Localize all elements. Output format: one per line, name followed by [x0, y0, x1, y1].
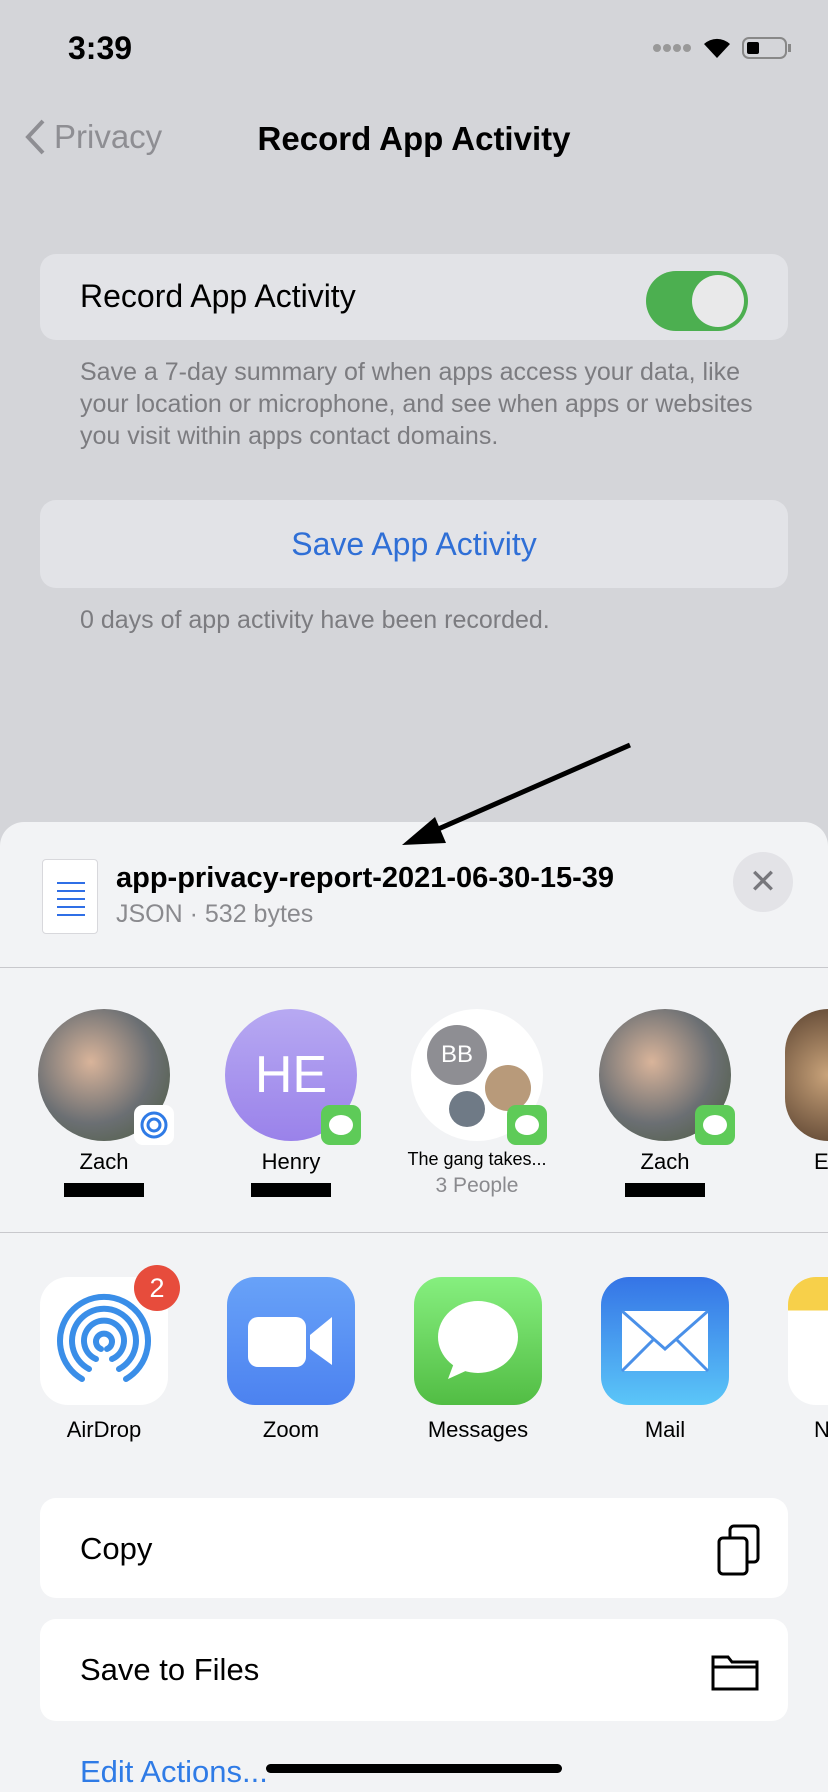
file-name: app-privacy-report-2021-06-30-15-39: [116, 862, 615, 894]
avatar: [449, 1091, 485, 1127]
page-title: Record App Activity: [257, 120, 571, 157]
divider: [0, 967, 828, 968]
person-name: Henry: [261, 1149, 321, 1174]
save-app-activity-button[interactable]: Save App Activity: [40, 500, 788, 588]
save-to-files-action[interactable]: Save to Files: [40, 1619, 788, 1721]
record-activity-row: Record App Activity: [40, 254, 788, 340]
record-activity-label: Record App Activity: [80, 278, 356, 314]
app-label: Messages: [427, 1417, 529, 1442]
avatar-initials: HE: [254, 1046, 328, 1104]
person-group[interactable]: BB The gang takes... 3 People: [387, 1009, 567, 1198]
notes-icon: [788, 1277, 828, 1405]
person-zach-2[interactable]: Zach: [575, 1009, 755, 1197]
person-name: E: [814, 1149, 828, 1174]
messages-icon: [414, 1277, 542, 1405]
wifi-icon: [704, 38, 730, 58]
copy-action[interactable]: Copy: [40, 1498, 788, 1598]
file-icon: [42, 859, 98, 934]
signal-icon: [653, 44, 691, 52]
messages-icon: [507, 1105, 547, 1145]
save-footer: 0 days of app activity have been recorde…: [80, 606, 550, 634]
person-e[interactable]: E: [785, 1009, 828, 1175]
battery-icon: [742, 37, 791, 59]
status-time: 3:39: [68, 30, 133, 66]
avatar: [599, 1009, 735, 1145]
notification-badge: 2: [134, 1265, 180, 1311]
airdrop-icon: [134, 1105, 174, 1145]
app-notes[interactable]: N: [788, 1277, 828, 1443]
status-icons: [652, 36, 792, 60]
file-meta: JSON · 532 bytes: [116, 900, 314, 928]
redaction: [251, 1183, 331, 1197]
zoom-icon: [227, 1277, 355, 1405]
app-airdrop[interactable]: 2 AirDrop: [40, 1265, 180, 1443]
annotation-arrow-icon: [402, 742, 632, 845]
edit-actions-link[interactable]: Edit Actions...: [80, 1754, 268, 1790]
avatar-initials: BB: [427, 1025, 487, 1085]
redaction: [64, 1183, 144, 1197]
messages-icon: [695, 1105, 735, 1145]
airdrop-icon: 2: [40, 1265, 180, 1405]
close-button[interactable]: ✕: [733, 852, 793, 912]
divider: [0, 1232, 828, 1233]
mail-icon: [601, 1277, 729, 1405]
app-messages[interactable]: Messages: [414, 1277, 542, 1443]
person-name: The gang takes...: [407, 1149, 547, 1169]
person-henry[interactable]: HE Henry: [201, 1009, 381, 1197]
app-zoom[interactable]: Zoom: [227, 1277, 355, 1443]
person-name: Zach: [79, 1149, 129, 1174]
avatar: [38, 1009, 174, 1145]
app-label: AirDrop: [66, 1417, 142, 1442]
messages-icon: [321, 1105, 361, 1145]
record-footer: Save a 7-day summary of when apps access…: [80, 358, 753, 450]
action-label: Copy: [80, 1531, 153, 1566]
avatar: [785, 1009, 828, 1141]
avatar: HE: [225, 1009, 361, 1145]
person-zach[interactable]: Zach: [14, 1009, 194, 1197]
home-indicator[interactable]: [266, 1764, 562, 1773]
record-activity-toggle[interactable]: [646, 271, 748, 331]
app-label: Zoom: [262, 1417, 320, 1442]
app-label: Mail: [644, 1417, 686, 1442]
folder-icon: [711, 1655, 759, 1691]
person-sub: 3 People: [435, 1174, 519, 1197]
person-name: Zach: [640, 1149, 690, 1174]
action-label: Save to Files: [80, 1652, 260, 1687]
avatar: BB: [411, 1009, 547, 1145]
redaction: [625, 1183, 705, 1197]
copy-icon: [717, 1524, 760, 1576]
app-mail[interactable]: Mail: [601, 1277, 729, 1443]
app-label: N: [814, 1417, 828, 1442]
